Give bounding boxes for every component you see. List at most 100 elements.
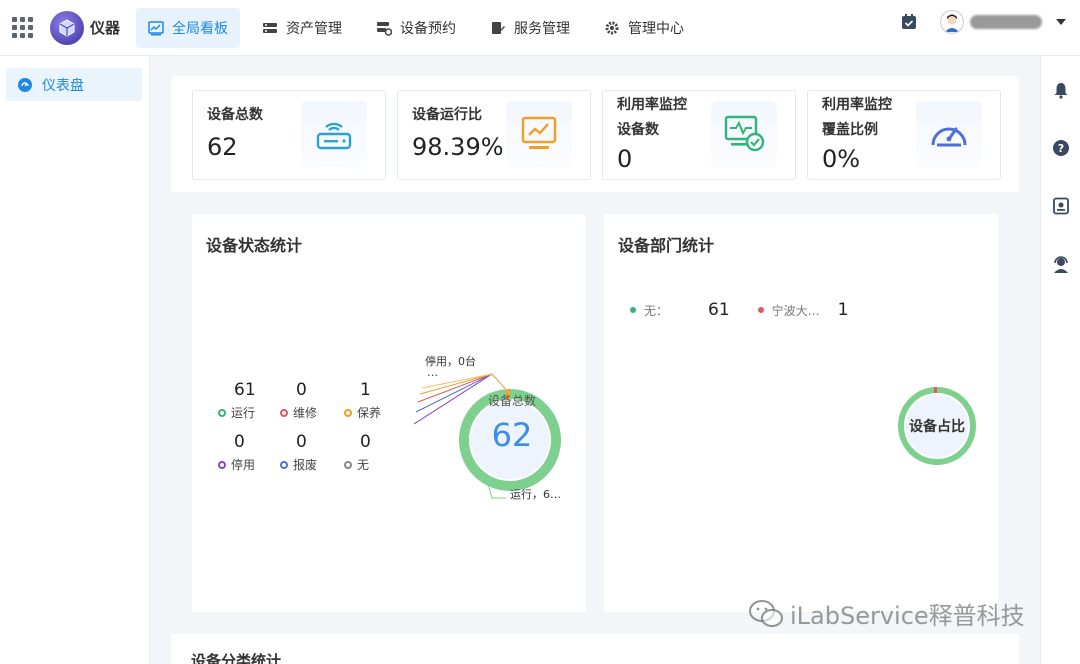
legend-dot-icon: [280, 408, 288, 417]
stat-card-coverage: 利用率监控 覆盖比例 0%: [807, 90, 1001, 180]
main-content: 设备总数 62 设备运行比 98.39% 利用率监控 设备数 0 利用率监控 覆…: [171, 76, 1019, 664]
monitor-chart-icon: [506, 101, 572, 167]
panel-title: 设备状态统计: [206, 236, 303, 255]
watermark: iLabService释普科技: [748, 596, 1025, 631]
svg-text:?: ?: [1058, 142, 1064, 155]
user-avatar-icon: [945, 14, 959, 32]
chevron-down-icon[interactable]: [1056, 19, 1066, 25]
nav-item-assets[interactable]: 资产管理: [250, 8, 354, 48]
stat-value: 0: [617, 145, 633, 173]
nav-label: 管理中心: [628, 20, 685, 37]
user-area: [900, 10, 1066, 34]
brand-name: 仪器: [90, 19, 121, 37]
help-icon[interactable]: ?: [1051, 138, 1071, 158]
donut-center-label: 设备总数: [487, 394, 536, 408]
status-legend-item[interactable]: 0 维修: [280, 380, 340, 421]
gear-icon: [604, 20, 620, 36]
legend-count: 0: [296, 432, 307, 452]
nav-item-service[interactable]: 服务管理: [478, 8, 582, 48]
logo[interactable]: [50, 10, 84, 45]
legend-label-text: 维修: [293, 406, 318, 420]
top-bar: 仪器 全局看板 资产管理 设备预约 服务管理 管理中心: [0, 0, 1080, 56]
dashboard-icon: [148, 20, 164, 36]
nav-item-dashboard[interactable]: 全局看板: [136, 7, 241, 48]
callout-bottom: 运行，6…: [510, 488, 561, 501]
section-title: 设备分类统计: [191, 652, 282, 664]
status-panel: 设备状态统计 61 运行 0 维修 1 保养 0 停用 0 报废 0 无 停用，0台 … 运行，6… …: [192, 214, 586, 612]
status-legend-item[interactable]: 1 保养: [344, 380, 404, 421]
legend-label-text: 运行: [231, 406, 256, 420]
speedometer-icon: [916, 101, 982, 167]
legend-label-text: 停用: [231, 458, 256, 472]
booking-icon: [376, 20, 393, 36]
avatar[interactable]: [940, 10, 964, 34]
legend-dot-icon: [280, 460, 288, 469]
legend-label: 维修: [280, 404, 340, 421]
sidebar-item-label: 仪表盘: [42, 77, 84, 94]
nav-label: 全局看板: [172, 20, 229, 37]
status-legend-item[interactable]: 0无: [344, 432, 404, 473]
stat-card-monitored: 利用率监控 设备数 0: [602, 90, 796, 180]
calendar-check-icon[interactable]: [900, 13, 918, 31]
dept-legend: 无： 61 宁波大… 1: [630, 300, 849, 320]
legend-count: 61: [234, 380, 256, 400]
legend-value: 1: [837, 300, 849, 320]
status-legend-item[interactable]: 0 报废: [280, 432, 340, 473]
feedback-icon[interactable]: [1051, 196, 1071, 216]
legend-value: 61: [708, 300, 730, 320]
nav-label: 服务管理: [514, 20, 571, 37]
sidebar: 仪表盘: [0, 56, 150, 664]
asset-icon: [262, 20, 278, 36]
router-icon: [301, 101, 367, 167]
stat-label: 设备总数: [207, 107, 263, 123]
stat-value: 62: [207, 133, 238, 161]
panel-title: 设备部门统计: [618, 236, 715, 255]
sidebar-item-dashboard[interactable]: 仪表盘: [6, 68, 142, 101]
legend-count: 1: [360, 380, 371, 400]
callout-top-more: …: [427, 366, 438, 379]
dept-legend-item[interactable]: 宁波大… 1: [757, 300, 849, 320]
stat-card-total: 设备总数 62: [192, 90, 386, 180]
legend-count: 0: [296, 380, 307, 400]
legend-dot-icon: [757, 307, 764, 313]
legend-label-text: 报废: [293, 458, 318, 472]
nav-label: 资产管理: [286, 20, 343, 37]
legend-label: 保养: [344, 404, 404, 421]
stat-label: 利用率监控 覆盖比例: [822, 97, 892, 138]
legend-dot-icon: [218, 408, 226, 417]
dept-donut-center-label: 设备占比: [909, 419, 965, 435]
cube-icon: [59, 18, 75, 37]
legend-dot-icon: [218, 460, 226, 469]
legend-count: 0: [234, 432, 245, 452]
bottom-section: 设备分类统计: [171, 634, 1019, 664]
nav-item-admin[interactable]: 管理中心: [592, 8, 696, 48]
customer-service-icon[interactable]: [1051, 254, 1071, 274]
app-grid-icon[interactable]: [12, 16, 34, 39]
stat-label: 设备运行比: [412, 107, 482, 123]
monitor-check-icon: [711, 101, 777, 167]
status-legend-item[interactable]: 61 运行: [218, 380, 278, 421]
legend-label-text: 保养: [357, 406, 382, 420]
donut-center-value: 62: [491, 416, 533, 454]
legend-label: 宁波大…: [771, 303, 820, 318]
watermark-text: iLabService释普科技: [790, 602, 1025, 630]
username-blurred[interactable]: [970, 15, 1042, 29]
dashboard-dial-icon: [18, 77, 32, 92]
wechat-icon: [749, 599, 783, 627]
stat-row: 设备总数 62 设备运行比 98.39% 利用率监控 设备数 0 利用率监控 覆…: [171, 76, 1019, 192]
legend-label: 无：: [644, 303, 669, 318]
legend-label: 停用: [218, 456, 278, 473]
right-rail: ?: [1040, 56, 1080, 664]
legend-label-text: 无: [357, 458, 370, 472]
service-icon: [490, 20, 506, 36]
legend-count: 0: [360, 432, 371, 452]
dept-legend-item[interactable]: 无： 61: [630, 300, 730, 320]
legend-dot-icon: [630, 307, 636, 313]
bell-icon[interactable]: [1051, 80, 1071, 100]
stat-value: 98.39%: [412, 133, 504, 161]
legend-label: 运行: [218, 404, 278, 421]
stat-card-run-ratio: 设备运行比 98.39%: [397, 90, 591, 180]
status-legend-item[interactable]: 0 停用: [218, 432, 278, 473]
nav-item-booking[interactable]: 设备预约: [364, 8, 468, 48]
legend-dot-icon: [344, 408, 352, 417]
